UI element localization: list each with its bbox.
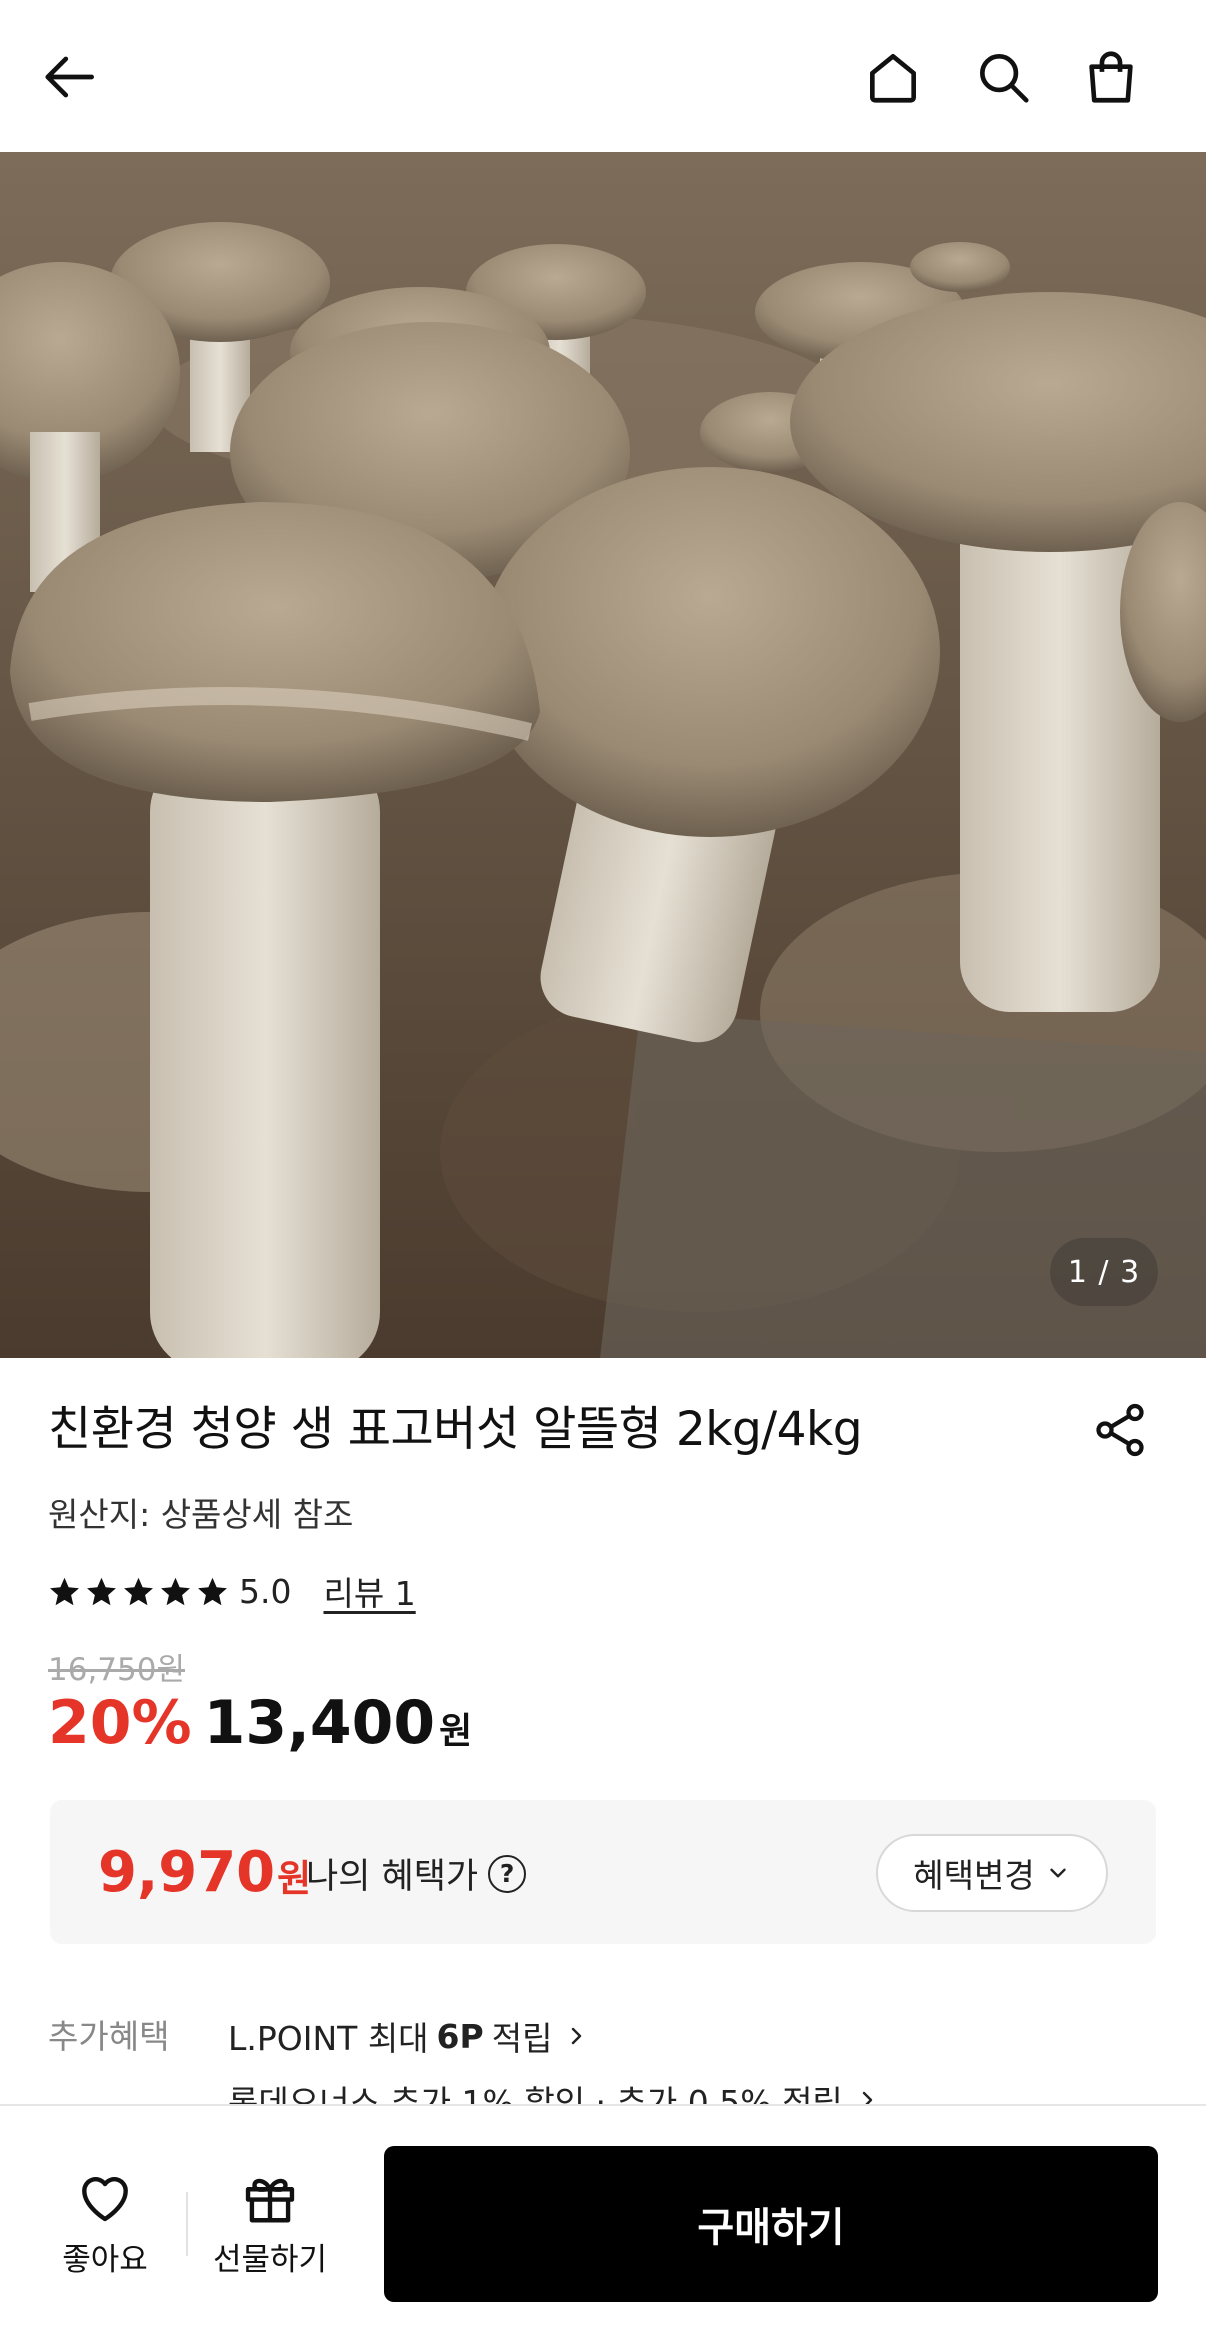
gift-icon <box>245 2178 295 2223</box>
question-circle-icon[interactable]: ? <box>488 1854 527 1893</box>
benefit-price-value: 9,970 <box>98 1840 276 1905</box>
shopping-bag-icon[interactable] <box>1076 42 1146 112</box>
star-icon <box>50 1577 79 1605</box>
chevron-right-icon <box>572 2027 582 2045</box>
top-header <box>0 0 1206 152</box>
product-image[interactable] <box>0 152 1206 1358</box>
gift-label: 선물하기 <box>212 2242 328 2278</box>
search-icon[interactable] <box>968 42 1038 112</box>
buy-button[interactable]: 구매하기 <box>384 2146 1158 2302</box>
benefit-change-label: 혜택변경 <box>913 1856 1035 1895</box>
benefit-label-text: 나의 혜택가 <box>306 1857 479 1897</box>
star-icon <box>198 1577 227 1605</box>
star-icon <box>87 1577 116 1605</box>
review-count-link[interactable]: 리뷰 1 <box>323 1567 415 1615</box>
mushroom-photo <box>0 152 1206 1358</box>
rating-score: 5.0 <box>239 1571 292 1611</box>
bottom-action-bar: 좋아요 선물하기 구매하기 <box>0 2104 1206 2334</box>
price-unit: 원 <box>439 1711 473 1752</box>
star-icon <box>124 1577 153 1605</box>
star-rating <box>48 1575 229 1608</box>
price-row: 20% 13,400 원 <box>48 1688 472 1758</box>
benefit-label: 나의 혜택가 ? <box>306 1848 527 1899</box>
origin-info: 원산지: 상품상세 참조 <box>48 1495 354 1534</box>
star-icon <box>161 1577 190 1605</box>
share-icon[interactable] <box>1090 1400 1150 1460</box>
like-button[interactable]: 좋아요 <box>40 2166 170 2279</box>
lpoint-prefix: L.POINT 최대 <box>228 2019 429 2058</box>
lpoint-benefit-link[interactable]: L.POINT 최대 6P 적립 <box>228 2012 588 2060</box>
rating-row: 5.0 리뷰 1 <box>48 1566 416 1616</box>
like-label: 좋아요 <box>62 2242 148 2278</box>
gift-button[interactable]: 선물하기 <box>200 2166 340 2279</box>
benefit-price: 9,970 원 <box>98 1840 311 1905</box>
image-page-indicator: 1 / 3 <box>1050 1238 1158 1306</box>
heart-icon <box>82 2177 128 2222</box>
chevron-down-icon <box>1050 1868 1066 1878</box>
original-price: 16,750원 <box>48 1652 185 1688</box>
home-icon[interactable] <box>858 42 928 112</box>
my-benefit-box: 9,970 원 나의 혜택가 ? 혜택변경 <box>50 1800 1156 1944</box>
lpoint-points: 6P <box>436 2016 484 2056</box>
product-title: 친환경 청양 생 표고버섯 알뜰형 2kg/4kg <box>48 1402 863 1457</box>
benefit-change-button[interactable]: 혜택변경 <box>876 1834 1108 1912</box>
lpoint-suffix: 적립 <box>491 2019 553 2058</box>
extra-benefit-label: 추가혜택 <box>48 2017 170 2056</box>
bottom-divider <box>186 2192 188 2256</box>
sale-price: 13,400 <box>203 1688 436 1758</box>
back-arrow-icon[interactable] <box>36 42 106 112</box>
discount-rate: 20% <box>48 1688 192 1758</box>
